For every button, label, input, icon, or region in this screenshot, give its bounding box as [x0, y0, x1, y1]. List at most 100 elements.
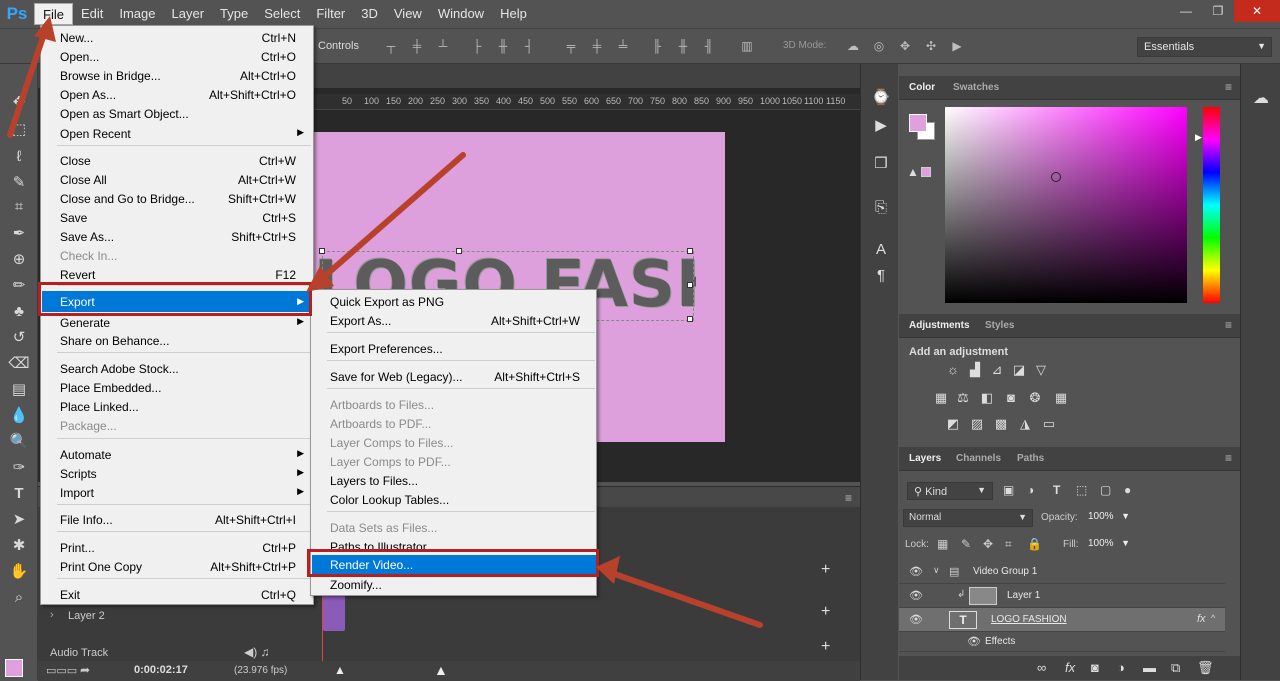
menu-filter[interactable]: Filter: [308, 3, 353, 25]
menu-item-close-all[interactable]: Close All Alt+Ctrl+W: [42, 170, 312, 189]
transform-controls-label[interactable]: Controls: [318, 40, 359, 52]
transform-handle[interactable]: [456, 248, 462, 254]
add-media-icon[interactable]: +: [821, 638, 830, 656]
libraries-icon[interactable]: ☁: [1253, 88, 1269, 108]
crop-tool-icon[interactable]: ⌗: [8, 196, 30, 218]
workspace-select[interactable]: Essentials ▼: [1137, 37, 1272, 57]
foreground-color[interactable]: [909, 114, 927, 132]
character-icon[interactable]: A: [871, 240, 891, 260]
align-bottom-icon[interactable]: ┴: [436, 39, 450, 53]
menu-item-place-embedded[interactable]: Place Embedded...: [42, 378, 312, 397]
menu-edit[interactable]: Edit: [73, 3, 111, 25]
channel-mixer-icon[interactable]: ❂: [1027, 390, 1043, 406]
add-media-icon[interactable]: +: [821, 603, 830, 621]
filter-shape-icon[interactable]: ⬚: [1076, 483, 1087, 497]
menu-item-export-preferences[interactable]: Export Preferences...: [312, 339, 596, 358]
menu-image[interactable]: Image: [111, 3, 163, 25]
layer-filter-select[interactable]: ⚲ Kind ▼: [907, 482, 993, 500]
transform-handle[interactable]: [687, 282, 693, 288]
panel-menu-icon[interactable]: ≡: [1225, 318, 1232, 332]
menu-item-file-info[interactable]: File Info... Alt+Shift+Ctrl+I: [42, 510, 312, 529]
align-hcenter-icon[interactable]: ╫: [496, 39, 510, 53]
menu-item-scripts[interactable]: Scripts ▶: [42, 464, 312, 483]
menu-item-print-one-copy[interactable]: Print One Copy Alt+Shift+Ctrl+P: [42, 557, 312, 576]
speaker-icon[interactable]: ◀) ♫: [244, 645, 270, 659]
eraser-tool-icon[interactable]: ⌫: [8, 353, 30, 375]
menu-layer[interactable]: Layer: [164, 3, 213, 25]
adjustment-layer-icon[interactable]: ◑: [1117, 660, 1125, 675]
menu-item-close-bridge[interactable]: Close and Go to Bridge... Shift+Ctrl+W: [42, 189, 312, 208]
menu-window[interactable]: Window: [430, 3, 492, 25]
align-left-icon[interactable]: ├: [470, 39, 484, 53]
tab-layers[interactable]: Layers: [909, 453, 941, 464]
menu-item-exit[interactable]: Exit Ctrl+Q: [42, 585, 312, 604]
tab-color[interactable]: Color: [909, 82, 935, 93]
brush-tool-icon[interactable]: ✏: [8, 275, 30, 297]
link-layers-icon[interactable]: ∞: [1037, 660, 1046, 675]
levels-icon[interactable]: ▟: [967, 362, 983, 378]
tab-paths[interactable]: Paths: [1017, 453, 1044, 464]
exposure-icon[interactable]: ◪: [1011, 362, 1027, 378]
eye-icon[interactable]: 👁: [909, 613, 923, 626]
invert-icon[interactable]: ◩: [945, 416, 961, 432]
add-media-icon[interactable]: +: [821, 561, 830, 579]
clone-stamp-tool-icon[interactable]: ♣: [8, 301, 30, 323]
blur-tool-icon[interactable]: 💧: [8, 405, 30, 427]
color-picker-field[interactable]: [945, 107, 1187, 303]
move-tool-icon[interactable]: ✥: [8, 92, 30, 114]
posterize-icon[interactable]: ▨: [969, 416, 985, 432]
gamut-swatch[interactable]: [921, 167, 931, 177]
menu-type[interactable]: Type: [212, 3, 256, 25]
menu-view[interactable]: View: [386, 3, 430, 25]
tab-swatches[interactable]: Swatches: [953, 82, 999, 93]
menu-item-new[interactable]: New... Ctrl+N: [42, 28, 312, 47]
menu-select[interactable]: Select: [256, 3, 308, 25]
transform-handle[interactable]: [687, 316, 693, 322]
actions-play-icon[interactable]: ▶: [871, 116, 891, 136]
filter-pixel-icon[interactable]: ▣: [1003, 483, 1014, 497]
eyedropper-tool-icon[interactable]: ✒: [8, 223, 30, 245]
convert-frame-icon[interactable]: ➦: [80, 663, 90, 677]
menu-file[interactable]: File: [34, 3, 73, 25]
filter-smart-object-icon[interactable]: ▢: [1100, 483, 1111, 497]
zoom-tool-icon[interactable]: ⌕: [8, 587, 30, 609]
add-style-icon[interactable]: fx: [1065, 660, 1075, 675]
distribute-left-icon[interactable]: ╟: [650, 39, 664, 53]
close-window-button[interactable]: ✕: [1234, 0, 1280, 22]
new-layer-icon[interactable]: ⧉: [1171, 660, 1180, 676]
distribute-top-icon[interactable]: ╤: [564, 39, 578, 53]
menu-item-quick-export-png[interactable]: Quick Export as PNG: [312, 292, 596, 311]
distribute-vcenter-icon[interactable]: ╪: [590, 39, 604, 53]
chevron-up-icon[interactable]: ^: [1211, 613, 1215, 623]
align-top-icon[interactable]: ┬: [384, 39, 398, 53]
lock-transparent-icon[interactable]: ▦: [937, 537, 948, 551]
3d-pan-icon[interactable]: ✥: [898, 39, 912, 53]
timeline-track-layer-2[interactable]: › Layer 2: [38, 605, 318, 627]
3d-slide-icon[interactable]: ✣: [924, 39, 938, 53]
3d-roll-icon[interactable]: ◎: [872, 39, 886, 53]
layer-row-effects[interactable]: 👁 Effects: [899, 632, 1225, 652]
menu-help[interactable]: Help: [492, 3, 535, 25]
color-lookup-icon[interactable]: ▦: [1053, 390, 1069, 406]
foreground-color-swatch[interactable]: [5, 659, 23, 677]
hue-slider[interactable]: [1203, 107, 1220, 303]
filter-type-icon[interactable]: T: [1053, 483, 1060, 497]
lock-image-icon[interactable]: ✎: [961, 537, 971, 551]
transform-handle[interactable]: [319, 248, 325, 254]
menu-item-open-as[interactable]: Open As... Alt+Shift+Ctrl+O: [42, 85, 312, 104]
type-tool-icon[interactable]: T: [8, 483, 30, 505]
hue-saturation-icon[interactable]: ▦: [933, 390, 949, 406]
distribute-hcenter-icon[interactable]: ╫: [676, 39, 690, 53]
tab-adjustments[interactable]: Adjustments: [909, 320, 970, 331]
gradient-tool-icon[interactable]: ▤: [8, 379, 30, 401]
distribute-right-icon[interactable]: ╢: [702, 39, 716, 53]
shape-tool-icon[interactable]: ✱: [8, 535, 30, 557]
blend-mode-select[interactable]: Normal ▼: [903, 509, 1033, 527]
distribute-bottom-icon[interactable]: ╧: [616, 39, 630, 53]
menu-3d[interactable]: 3D: [353, 3, 386, 25]
timeline-track-audio[interactable]: Audio Track ◀) ♫: [38, 643, 318, 663]
gradient-map-icon[interactable]: ▭: [1041, 416, 1057, 432]
brightness-icon[interactable]: ☼: [945, 362, 961, 378]
lock-artboard-icon[interactable]: ⌗: [1005, 537, 1012, 552]
lock-position-icon[interactable]: ✥: [983, 537, 993, 551]
